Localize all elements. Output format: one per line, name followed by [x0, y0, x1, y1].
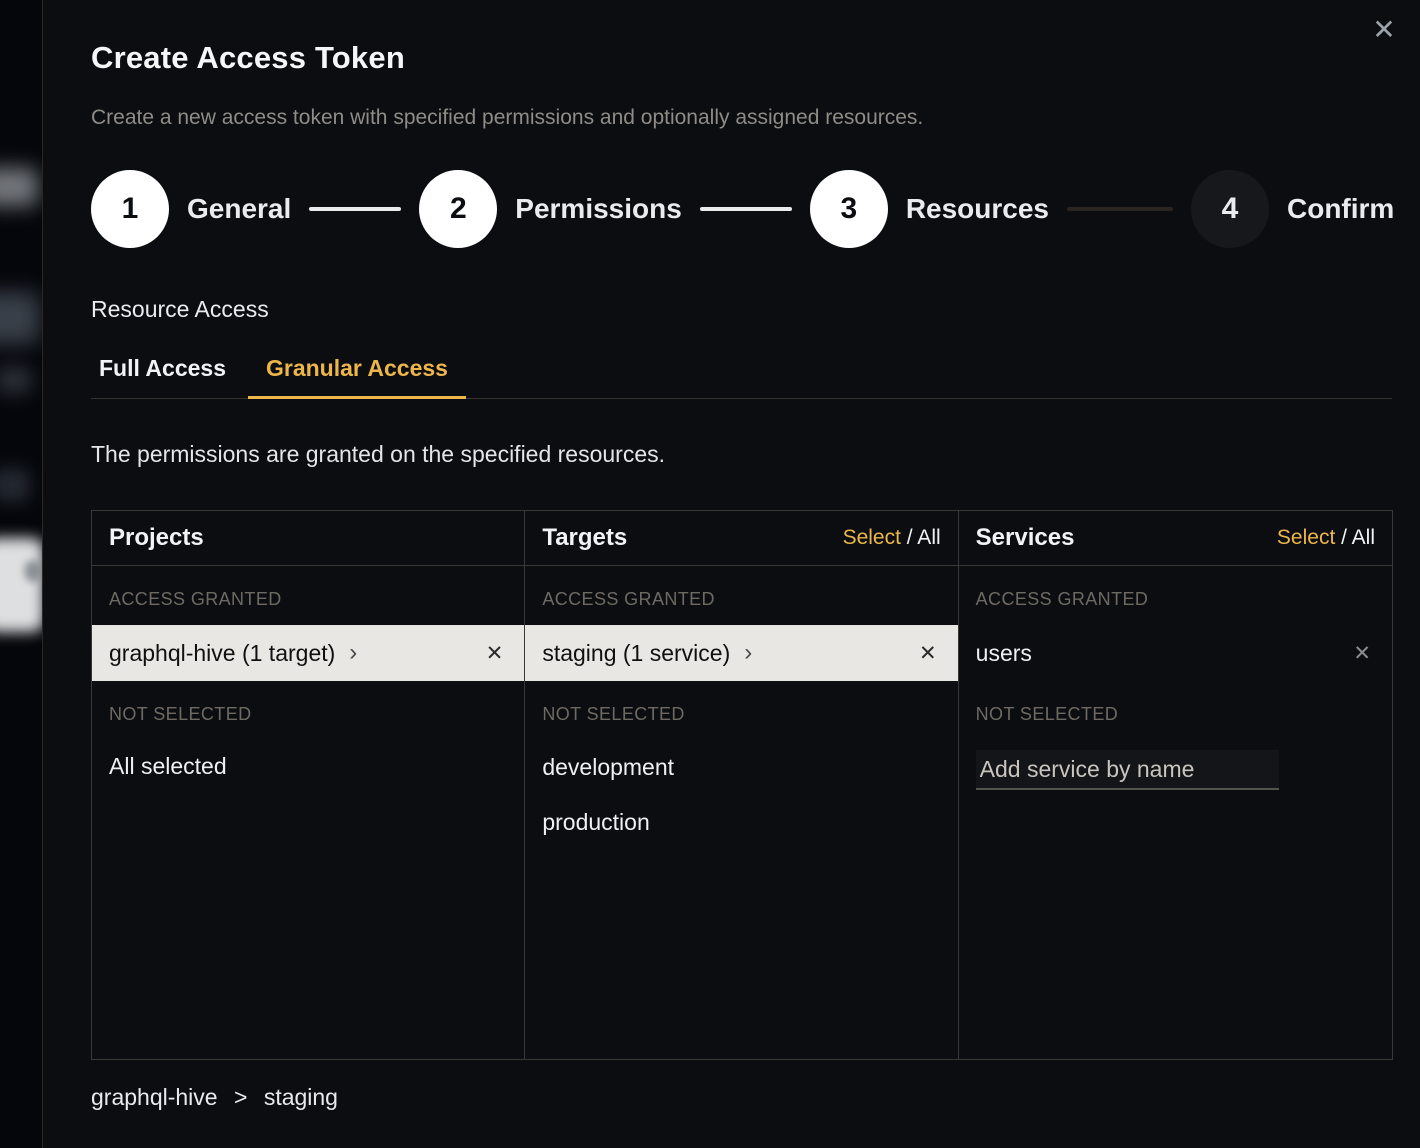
- breadcrumb-separator: >: [234, 1084, 247, 1110]
- step-1-label: General: [187, 193, 291, 225]
- target-option-production[interactable]: production: [525, 795, 957, 850]
- step-4-circle: 4: [1191, 170, 1269, 248]
- blurred-background-button: [0, 538, 42, 632]
- step-connector: [309, 207, 401, 211]
- tab-full-access[interactable]: Full Access: [91, 349, 248, 399]
- dialog-title: Create Access Token: [91, 40, 1392, 76]
- projects-not-selected-label: NOT SELECTED: [92, 681, 524, 740]
- projects-access-granted-label: ACCESS GRANTED: [92, 566, 524, 625]
- services-column-title: Services: [976, 524, 1075, 552]
- blurred-background-item: [24, 560, 42, 582]
- dialog-description: Create a new access token with specified…: [91, 106, 1392, 130]
- targets-select-all: Select / All: [843, 526, 941, 550]
- access-tabs: Full Access Granular Access: [91, 349, 1392, 399]
- target-granted-row[interactable]: staging (1 service) › ✕: [525, 625, 957, 681]
- breadcrumb: graphql-hive > staging: [91, 1084, 1392, 1111]
- blurred-background-item: [0, 468, 30, 502]
- step-connector: [700, 207, 792, 211]
- remove-project-icon[interactable]: ✕: [482, 639, 508, 668]
- services-column: Services Select / All ACCESS GRANTED use…: [959, 511, 1392, 1059]
- step-4-label: Confirm: [1287, 193, 1394, 225]
- chevron-right-icon: ›: [349, 641, 357, 665]
- project-granted-text: graphql-hive (1 target): [109, 640, 335, 667]
- targets-not-selected-label: NOT SELECTED: [525, 681, 957, 740]
- blurred-background-item: [0, 292, 40, 344]
- services-select-link[interactable]: Select: [1277, 526, 1335, 549]
- granular-access-info: The permissions are granted on the speci…: [91, 441, 1392, 468]
- resource-access-heading: Resource Access: [91, 296, 1392, 323]
- blurred-background-item: [0, 168, 38, 206]
- targets-column-header: Targets Select / All: [525, 511, 957, 566]
- wizard-stepper: 1 General 2 Permissions 3 Resources 4 Co…: [91, 170, 1392, 248]
- targets-all-link[interactable]: / All: [907, 526, 941, 549]
- add-service-input[interactable]: [976, 750, 1279, 790]
- target-granted-text: staging (1 service): [542, 640, 730, 667]
- projects-all-selected-text: All selected: [92, 740, 524, 793]
- services-column-header: Services Select / All: [959, 511, 1392, 566]
- step-connector: [1067, 207, 1173, 211]
- projects-column-header: Projects: [92, 511, 524, 566]
- step-3-label: Resources: [906, 193, 1049, 225]
- services-select-all: Select / All: [1277, 526, 1375, 550]
- projects-column: Projects ACCESS GRANTED graphql-hive (1 …: [92, 511, 525, 1059]
- projects-column-title: Projects: [109, 524, 204, 552]
- step-2-circle: 2: [419, 170, 497, 248]
- background-page: [0, 0, 42, 1148]
- service-granted-row[interactable]: users ✕: [959, 625, 1392, 681]
- services-access-granted-label: ACCESS GRANTED: [959, 566, 1392, 625]
- resource-picker-table: Projects ACCESS GRANTED graphql-hive (1 …: [91, 510, 1393, 1060]
- targets-column-title: Targets: [542, 524, 627, 552]
- targets-select-link[interactable]: Select: [843, 526, 901, 549]
- blurred-background-item: [0, 366, 32, 394]
- tab-granular-access[interactable]: Granular Access: [248, 349, 466, 399]
- step-3-circle: 3: [810, 170, 888, 248]
- remove-target-icon[interactable]: ✕: [915, 639, 941, 668]
- remove-service-icon[interactable]: ✕: [1349, 639, 1375, 668]
- breadcrumb-project: graphql-hive: [91, 1084, 218, 1110]
- chevron-right-icon: ›: [744, 641, 752, 665]
- breadcrumb-target: staging: [264, 1084, 338, 1110]
- targets-column: Targets Select / All ACCESS GRANTED stag…: [525, 511, 958, 1059]
- targets-access-granted-label: ACCESS GRANTED: [525, 566, 957, 625]
- services-all-link[interactable]: / All: [1341, 526, 1375, 549]
- step-confirm[interactable]: 4 Confirm: [1191, 170, 1394, 248]
- close-icon[interactable]: ✕: [1366, 12, 1402, 48]
- target-option-development[interactable]: development: [525, 740, 957, 795]
- service-granted-text: users: [976, 640, 1032, 667]
- create-access-token-dialog: ✕ Create Access Token Create a new acces…: [42, 0, 1420, 1148]
- step-permissions[interactable]: 2 Permissions: [419, 170, 682, 248]
- step-2-label: Permissions: [515, 193, 682, 225]
- services-not-selected-label: NOT SELECTED: [959, 681, 1392, 740]
- project-granted-row[interactable]: graphql-hive (1 target) › ✕: [92, 625, 524, 681]
- step-1-circle: 1: [91, 170, 169, 248]
- step-resources[interactable]: 3 Resources: [810, 170, 1049, 248]
- step-general[interactable]: 1 General: [91, 170, 291, 248]
